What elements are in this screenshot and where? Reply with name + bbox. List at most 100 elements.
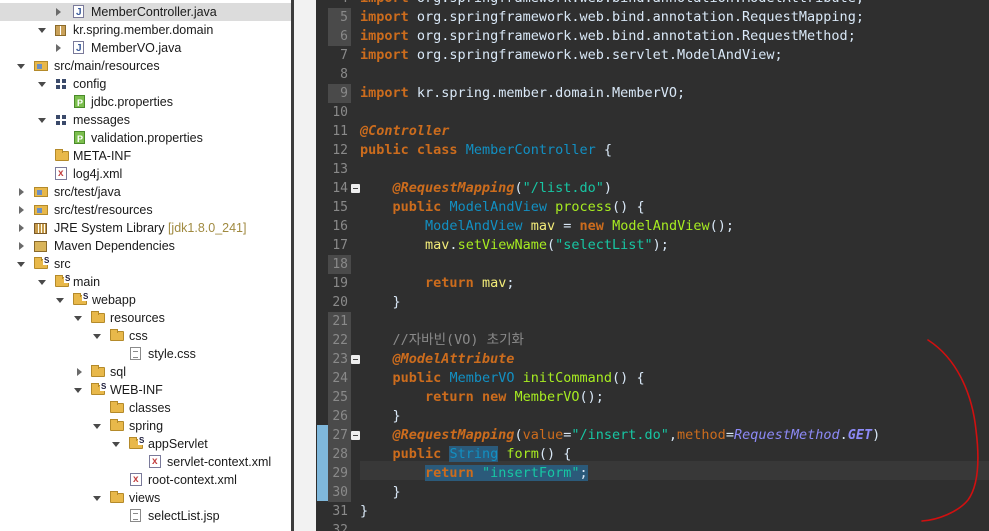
tree-item-domain-package[interactable]: kr.spring.member.domain	[0, 21, 291, 39]
collapse-arrow-icon[interactable]	[74, 388, 82, 393]
collapse-arrow-icon[interactable]	[74, 316, 82, 321]
tree-item-root-context[interactable]: root-context.xml	[0, 471, 291, 489]
tree-item-css[interactable]: css	[0, 327, 291, 345]
line-number: 18	[332, 257, 348, 272]
code-line[interactable]: }	[360, 502, 368, 521]
pane-gap	[294, 0, 316, 531]
tree-item-membervo[interactable]: MemberVO.java	[0, 39, 291, 58]
code-line[interactable]: }	[360, 407, 401, 426]
code-line[interactable]: return "insertForm";	[360, 464, 588, 483]
collapse-arrow-icon[interactable]	[38, 28, 46, 33]
tree-item-style-css[interactable]: style.css	[0, 345, 291, 363]
tree-item-label: servlet-context.xml	[167, 455, 272, 469]
code-line[interactable]: @RequestMapping(value="/insert.do",metho…	[360, 426, 881, 445]
source-folder-icon	[34, 205, 48, 215]
tree-item-config[interactable]: config	[0, 75, 291, 93]
collapse-arrow-icon[interactable]	[112, 442, 120, 447]
tree-item-validation-properties[interactable]: validation.properties	[0, 129, 291, 148]
folder-icon	[110, 329, 124, 341]
code-line[interactable]: public String form() {	[360, 445, 571, 464]
line-number: 20	[332, 295, 348, 310]
line-number: 22	[332, 333, 348, 348]
expand-arrow-icon[interactable]	[19, 242, 24, 250]
tree-item-membercontroller[interactable]: MemberController.java	[0, 3, 291, 22]
tree-item-web-inf[interactable]: S WEB-INF	[0, 381, 291, 399]
tree-item-servlet-context[interactable]: servlet-context.xml	[0, 453, 291, 471]
collapse-arrow-icon[interactable]	[17, 262, 25, 267]
tree-item-src[interactable]: S src	[0, 255, 291, 273]
collapse-arrow-icon[interactable]	[38, 118, 46, 123]
line-number: 31	[332, 504, 348, 519]
code-line[interactable]: import org.springframework.web.servlet.M…	[360, 46, 783, 65]
file-icon	[130, 347, 141, 360]
code-line[interactable]: @Controller	[360, 122, 449, 141]
tree-item-label: classes	[129, 401, 171, 415]
tree-item-src-test-resources[interactable]: src/test/resources	[0, 201, 291, 219]
tree-item-maven-dependencies[interactable]: Maven Dependencies	[0, 237, 291, 255]
code-line[interactable]: return mav;	[360, 274, 514, 293]
tree-item-jdbc-properties[interactable]: jdbc.properties	[0, 93, 291, 112]
collapse-arrow-icon[interactable]	[93, 424, 101, 429]
code-line[interactable]: return new MemberVO();	[360, 388, 604, 407]
code-line[interactable]: public MemberVO initCommand() {	[360, 369, 645, 388]
code-editor[interactable]: 4 5 6 7 8 9 10 11 12 13 14 15 16 17 18 19 20 21 22 23 24 25 26…	[316, 0, 989, 531]
code-line[interactable]: //자바빈(VO) 초기화	[360, 331, 524, 350]
collapse-fold-icon[interactable]	[351, 355, 360, 364]
expand-arrow-icon[interactable]	[19, 188, 24, 196]
tree-item-resources[interactable]: resources	[0, 309, 291, 327]
code-line[interactable]: ModelAndView mav = new ModelAndView();	[360, 217, 734, 236]
line-number: 28	[332, 447, 348, 462]
folder-icon: S	[34, 257, 51, 269]
collapse-arrow-icon[interactable]	[17, 64, 25, 69]
tree-item-classes[interactable]: classes	[0, 399, 291, 417]
expand-arrow-icon[interactable]	[19, 206, 24, 214]
tree-item-messages[interactable]: messages	[0, 111, 291, 129]
code-line[interactable]: import org.springframework.web.bind.anno…	[360, 0, 864, 8]
code-line[interactable]: import kr.spring.member.domain.MemberVO;	[360, 84, 685, 103]
properties-file-icon	[74, 130, 85, 148]
tree-item-jre-library[interactable]: JRE System Library [jdk1.8.0_241]	[0, 219, 291, 237]
collapse-arrow-icon[interactable]	[56, 298, 64, 303]
expand-arrow-icon[interactable]	[77, 368, 82, 376]
collapse-arrow-icon[interactable]	[93, 496, 101, 501]
code-line[interactable]: mav.setViewName("selectList");	[360, 236, 669, 255]
tree-item-label: webapp	[92, 293, 136, 307]
tree-item-label: root-context.xml	[148, 473, 237, 487]
tree-item-label: validation.properties	[91, 131, 203, 145]
folder-icon	[110, 401, 124, 413]
code-line[interactable]: import org.springframework.web.bind.anno…	[360, 27, 856, 46]
folder-icon: S	[129, 437, 146, 449]
collapse-arrow-icon[interactable]	[38, 280, 46, 285]
tree-item-meta-inf[interactable]: META-INF	[0, 147, 291, 165]
collapse-fold-icon[interactable]	[351, 184, 360, 193]
tree-item-src-test-java[interactable]: src/test/java	[0, 183, 291, 201]
line-number: 15	[332, 200, 348, 215]
tree-item-sql[interactable]: sql	[0, 363, 291, 381]
code-line[interactable]: @RequestMapping("/list.do")	[360, 179, 612, 198]
folder-icon	[110, 491, 124, 503]
expand-arrow-icon[interactable]	[56, 8, 61, 16]
code-line[interactable]: import org.springframework.web.bind.anno…	[360, 8, 864, 27]
expand-arrow-icon[interactable]	[19, 224, 24, 232]
expand-arrow-icon[interactable]	[56, 44, 61, 52]
folder-icon: S	[91, 383, 108, 395]
code-line[interactable]: }	[360, 293, 401, 312]
collapse-fold-icon[interactable]	[351, 431, 360, 440]
tree-item-spring[interactable]: spring	[0, 417, 291, 435]
code-line[interactable]: public class MemberController {	[360, 141, 612, 160]
tree-item-selectlist-jsp[interactable]: selectList.jsp	[0, 507, 291, 525]
tree-item-main[interactable]: S main	[0, 273, 291, 291]
collapse-arrow-icon[interactable]	[38, 82, 46, 87]
code-line[interactable]: @ModelAttribute	[360, 350, 515, 369]
tree-item-appservlet[interactable]: S appServlet	[0, 435, 291, 453]
tree-item-views[interactable]: views	[0, 489, 291, 507]
tree-item-log4j[interactable]: log4j.xml	[0, 165, 291, 183]
tree-item-webapp[interactable]: S webapp	[0, 291, 291, 309]
tree-item-label: main	[73, 275, 101, 289]
tree-item-label: selectList.jsp	[148, 509, 220, 523]
code-line[interactable]: public ModelAndView process() {	[360, 198, 645, 217]
tree-item-src-main-resources[interactable]: src/main/resources	[0, 57, 291, 75]
tree-item-label: src	[54, 257, 71, 271]
collapse-arrow-icon[interactable]	[93, 334, 101, 339]
code-line[interactable]: }	[360, 483, 401, 502]
